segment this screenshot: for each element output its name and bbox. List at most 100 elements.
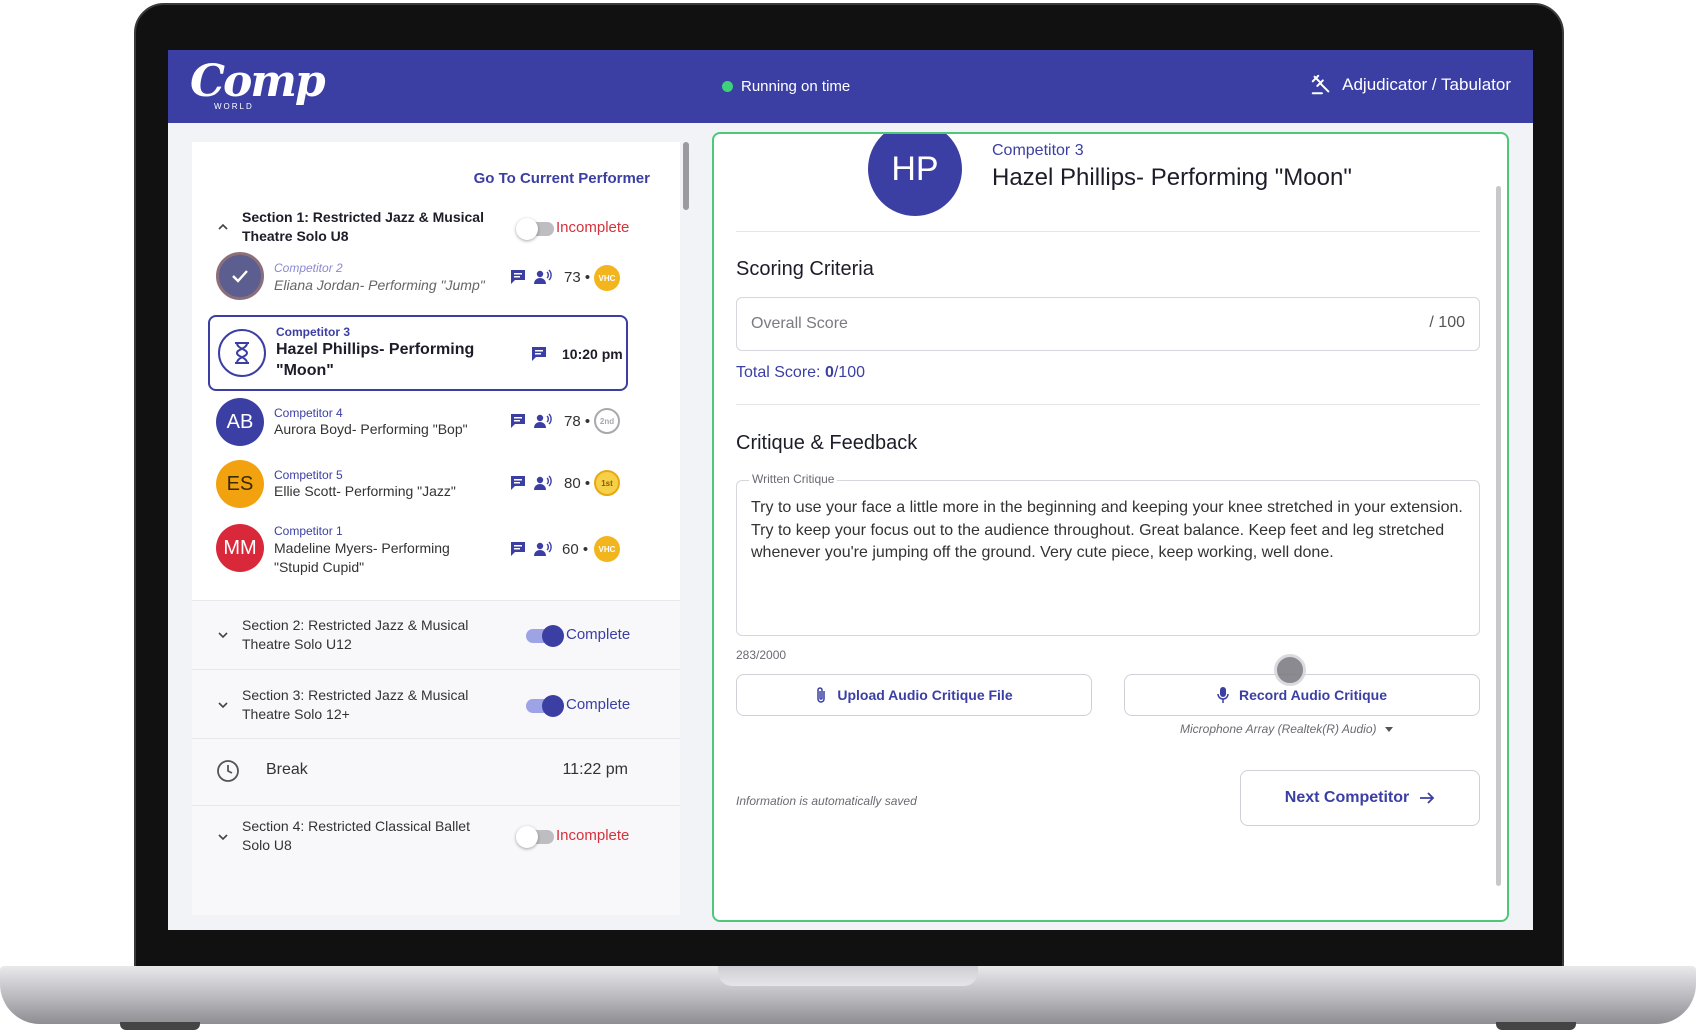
upload-audio-button[interactable]: Upload Audio Critique File (736, 674, 1092, 716)
scoring-title: Scoring Criteria (736, 258, 874, 280)
competitor-score: 73 • (564, 269, 591, 286)
score-placeholder: Overall Score (751, 315, 848, 332)
competitor-name: Ellie Scott- Performing "Jazz" (274, 483, 456, 499)
divider (736, 231, 1480, 232)
second-place-ribbon-icon: 2nd (594, 408, 620, 434)
divider (736, 404, 1480, 405)
total-max: /100 (833, 364, 865, 381)
microphone-icon (1217, 687, 1229, 703)
next-competitor-label: Next Competitor (1284, 789, 1410, 806)
paperclip-icon (817, 687, 826, 703)
break-label: Break (266, 761, 308, 778)
record-audio-label: Record Audio Critique (1238, 687, 1388, 703)
audio-feedback-icon[interactable] (534, 412, 552, 430)
avatar: ES (216, 460, 264, 508)
vhc-award-icon: VHC (594, 536, 620, 562)
competitor-number: Competitor 2 (274, 261, 343, 275)
section-2-toggle[interactable] (526, 625, 564, 647)
laptop-notch (718, 966, 978, 986)
hourglass-icon (218, 329, 266, 377)
comment-icon[interactable] (509, 412, 527, 430)
logo[interactable]: Comp (190, 56, 326, 107)
scrollbar[interactable] (683, 142, 689, 210)
competitor-score: 80 • (564, 475, 591, 492)
character-count: 283/2000 (736, 648, 787, 662)
competitor-number: Competitor 3 (276, 325, 351, 339)
next-competitor-button[interactable]: Next Competitor (1240, 770, 1480, 826)
avatar: HP (868, 134, 962, 216)
comment-icon[interactable] (509, 540, 527, 558)
competitor-name: Aurora Boyd- Performing "Bop" (274, 421, 468, 437)
audio-feedback-icon[interactable] (534, 268, 552, 286)
written-critique-textarea[interactable]: Written Critique Try to use your face a … (736, 472, 1480, 636)
overall-score-input[interactable]: Overall Score / 100 (736, 297, 1480, 351)
competitor-name: Madeline Myers- Performing "Stupid Cupid… (274, 540, 450, 575)
competitor-name: Hazel Phillips- Performing "Moon" (992, 164, 1352, 191)
performance-time: 10:20 pm (562, 346, 623, 362)
arrow-right-icon (1420, 792, 1435, 804)
role-switcher[interactable]: Adjudicator / Tabulator (1310, 74, 1511, 96)
schedule-panel: Go To Current Performer Section 1: Restr… (192, 142, 680, 915)
competitor-number: Competitor 1 (274, 524, 343, 538)
vhc-award-icon: VHC (594, 265, 620, 291)
competitor-name: Eliana Jordan- Performing "Jump" (274, 277, 485, 293)
total-value: 0 (824, 364, 834, 381)
logo-subtitle: WORLD (214, 102, 254, 111)
comment-icon[interactable] (509, 474, 527, 492)
row-actions (509, 412, 552, 430)
break-time: 11:22 pm (562, 761, 628, 778)
pointer-cursor (1274, 654, 1306, 686)
critique-text: Try to use your face a little more in th… (751, 499, 1463, 561)
microphone-select[interactable]: Microphone Array (Realtek(R) Audio) (1180, 722, 1393, 736)
laptop-foot (120, 1022, 200, 1030)
section-1-title: Section 1: Restricted Jazz & Musical The… (242, 209, 484, 244)
upload-audio-label: Upload Audio Critique File (837, 687, 1013, 703)
section-1-toggle[interactable] (516, 218, 554, 240)
section-3-title: Section 3: Restricted Jazz & Musical The… (242, 687, 469, 722)
row-actions (509, 268, 552, 286)
competitor-number: Competitor 5 (274, 468, 343, 482)
competitor-number: Competitor 3 (992, 142, 1084, 159)
scrollbar[interactable] (1496, 186, 1501, 886)
row-actions (509, 474, 552, 492)
comment-icon[interactable] (530, 345, 548, 363)
comment-icon[interactable] (509, 268, 527, 286)
section-1-status: Incomplete (556, 219, 630, 236)
schedule-status: Running on time (722, 78, 850, 95)
scoring-panel: HP Competitor 3 Hazel Phillips- Performi… (712, 132, 1509, 922)
clock-icon (217, 760, 239, 782)
critique-label: Written Critique (749, 472, 838, 486)
autosave-note: Information is automatically saved (736, 794, 917, 808)
status-dot-icon (722, 81, 733, 92)
check-icon (216, 252, 264, 300)
role-label: Adjudicator / Tabulator (1342, 75, 1511, 94)
app-screen: Comp WORLD Running on time Adjudicator /… (168, 50, 1533, 930)
current-performer-card[interactable]: Competitor 3 Hazel Phillips- Performing … (208, 315, 628, 391)
competitor-number: Competitor 4 (274, 406, 343, 420)
total-label: Total Score: (736, 364, 821, 381)
chevron-down-icon[interactable] (216, 830, 230, 844)
gavel-icon (1311, 74, 1330, 95)
total-score: Total Score: 0/100 (736, 364, 865, 382)
section-4-toggle[interactable] (516, 826, 554, 848)
avatar: MM (216, 524, 264, 572)
audio-feedback-icon[interactable] (534, 474, 552, 492)
status-text: Running on time (741, 78, 851, 95)
microphone-option: Microphone Array (Realtek(R) Audio) (1180, 722, 1377, 736)
section-2-title: Section 2: Restricted Jazz & Musical The… (242, 617, 469, 652)
section-2-status: Complete (566, 626, 631, 643)
chevron-up-icon[interactable] (216, 220, 230, 234)
first-place-ribbon-icon: 1st (594, 470, 620, 496)
caret-down-icon (1384, 726, 1393, 732)
audio-feedback-icon[interactable] (534, 540, 552, 558)
section-3-status: Complete (566, 696, 631, 713)
go-to-current-performer-link[interactable]: Go To Current Performer (474, 170, 650, 187)
critique-title: Critique & Feedback (736, 432, 918, 454)
competitor-score: 78 • (564, 413, 591, 430)
section-4-title: Section 4: Restricted Classical Ballet S… (242, 818, 470, 853)
competitor-name: Hazel Phillips- Performing "Moon" (276, 341, 475, 379)
section-3-toggle[interactable] (526, 695, 564, 717)
chevron-down-icon[interactable] (216, 628, 230, 642)
chevron-down-icon[interactable] (216, 698, 230, 712)
score-max: / 100 (1429, 314, 1465, 331)
